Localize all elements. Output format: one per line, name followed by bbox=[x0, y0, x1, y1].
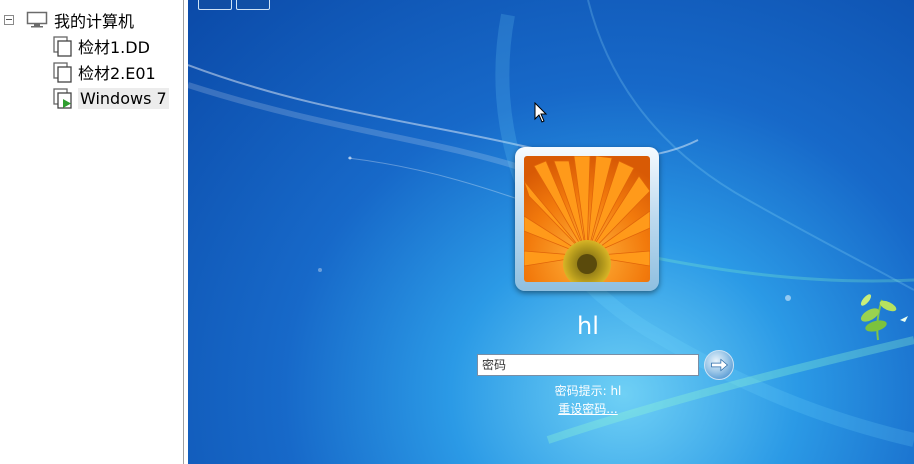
submit-arrow-button[interactable] bbox=[704, 350, 734, 380]
arrow-right-icon bbox=[711, 358, 728, 372]
user-avatar[interactable] bbox=[515, 147, 659, 291]
toolbar-button[interactable] bbox=[236, 0, 270, 10]
disk-image-icon bbox=[53, 36, 72, 57]
windows-logo-sprout bbox=[860, 294, 908, 341]
virtual-machine-running-icon bbox=[53, 88, 72, 109]
tree-panel: 我的计算机 检材1.DD 检材2.E01 Windows 7 bbox=[0, 0, 184, 464]
avatar-photo bbox=[524, 156, 650, 282]
password-hint: 密码提示: hl bbox=[554, 384, 622, 398]
password-field[interactable] bbox=[477, 354, 699, 376]
tree-item-evidence1[interactable]: 检材1.DD bbox=[52, 34, 150, 58]
tree-item-label: 检材1.DD bbox=[78, 38, 150, 57]
tree-root-my-computer[interactable]: 我的计算机 bbox=[0, 8, 134, 32]
disk-image-icon bbox=[53, 62, 72, 83]
collapse-toggle[interactable] bbox=[4, 15, 14, 25]
ease-of-access-button[interactable] bbox=[198, 0, 232, 10]
tree-item-evidence2[interactable]: 检材2.E01 bbox=[52, 60, 156, 84]
mouse-cursor-icon bbox=[534, 102, 548, 123]
tree-root-label: 我的计算机 bbox=[54, 12, 135, 31]
reset-password-link[interactable]: 重设密码... bbox=[488, 400, 688, 417]
tree-item-label: Windows 7 bbox=[78, 87, 169, 109]
tree-item-label: 检材2.E01 bbox=[78, 64, 156, 83]
tree-item-windows7[interactable]: Windows 7 bbox=[52, 86, 169, 110]
vm-display[interactable]: hl 密码提示: hl 重设密码... bbox=[188, 0, 914, 464]
username-label: hl bbox=[577, 312, 599, 340]
computer-icon bbox=[26, 11, 48, 28]
